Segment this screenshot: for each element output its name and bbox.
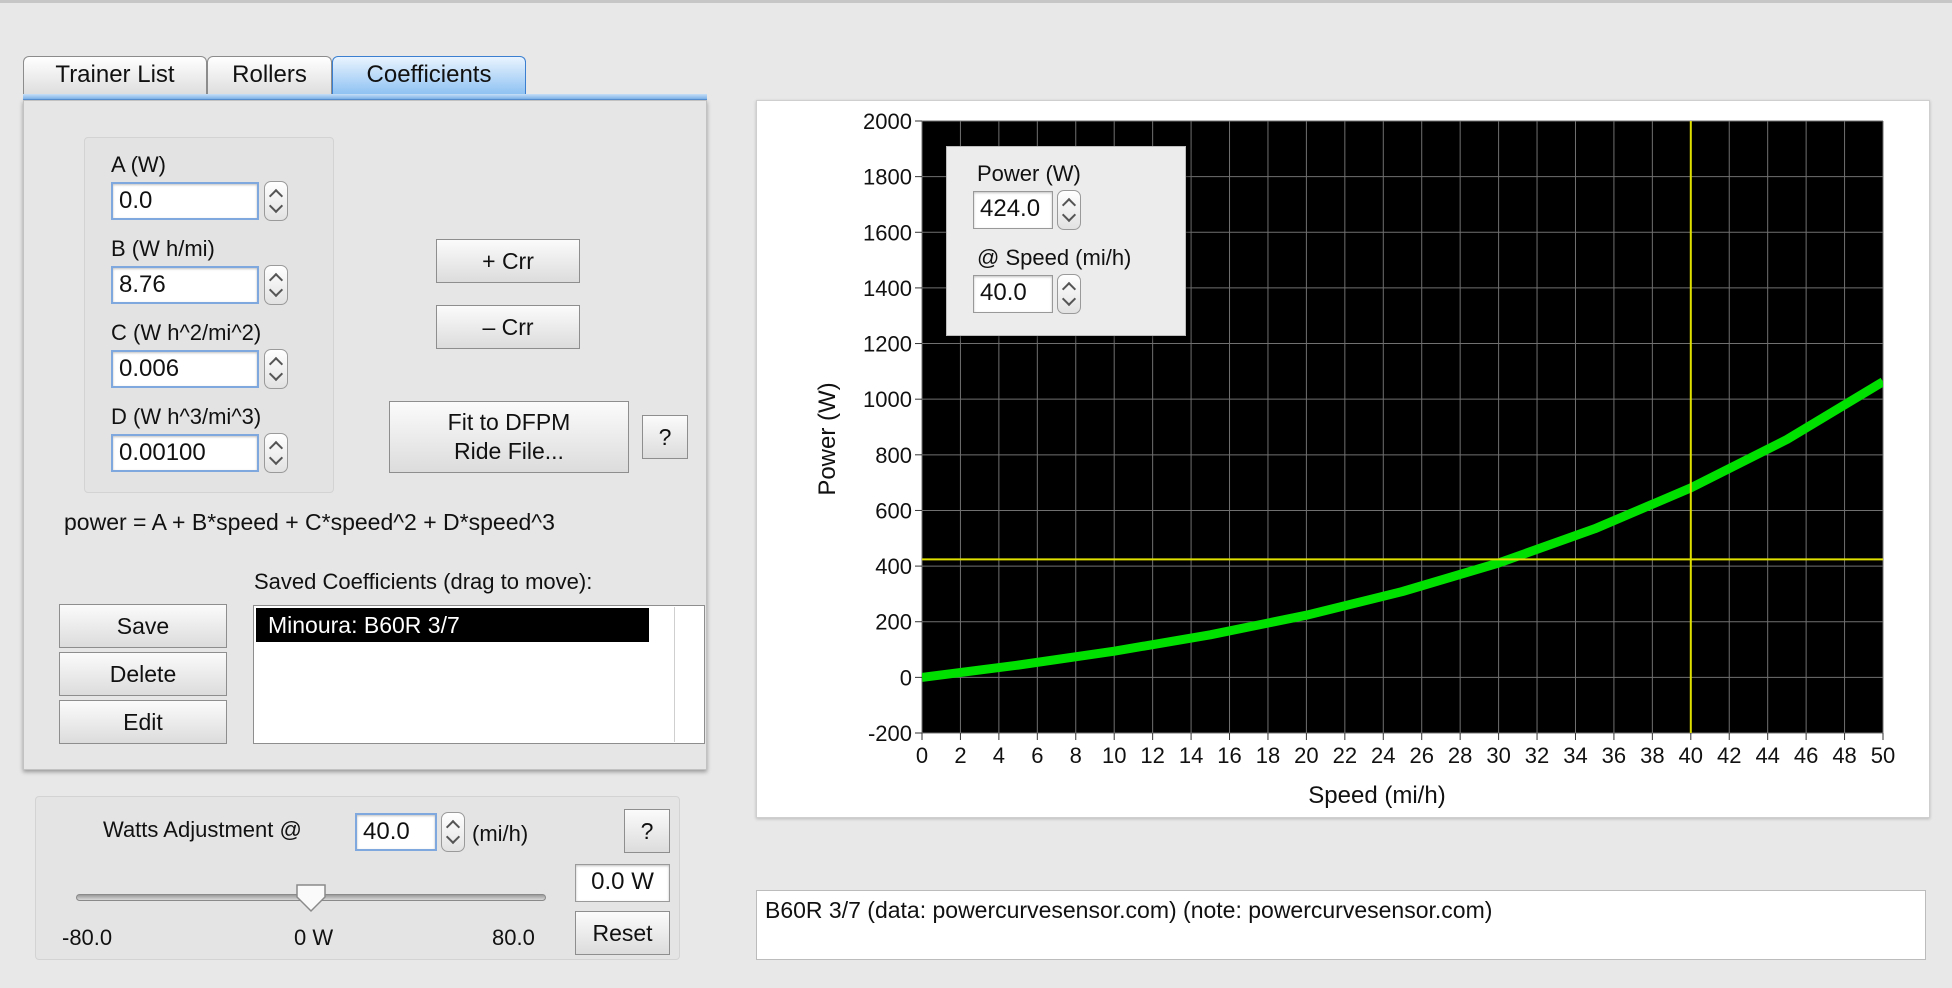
x-tick-label: 22 — [1333, 743, 1357, 768]
x-tick-label: 16 — [1217, 743, 1241, 768]
delete-button[interactable]: Delete — [59, 652, 227, 696]
c-spinner[interactable] — [264, 349, 288, 389]
watts-adjustment-panel: Watts Adjustment @ 40.0 (mi/h) ? -80.0 0… — [35, 796, 680, 960]
save-button[interactable]: Save — [59, 604, 227, 648]
watts-speed-field[interactable]: 40.0 — [355, 813, 437, 851]
saved-coefficients-list[interactable]: Minoura: B60R 3/7 — [253, 605, 705, 744]
x-tick-label: 10 — [1102, 743, 1126, 768]
slider-min-label: -80.0 — [62, 925, 113, 950]
slider-max-label: 80.0 — [492, 925, 535, 950]
d-field[interactable]: 0.00100 — [111, 434, 259, 472]
power-formula: power = A + B*speed + C*speed^2 + D*spee… — [64, 509, 555, 535]
x-tick-label: 20 — [1294, 743, 1318, 768]
tab-coefficients[interactable]: Coefficients — [332, 56, 526, 94]
chart-frame: 0 2 4 6 8 10 12 14 16 18 20 22 24 26 28 30 32 34 36 38 40 42 4… — [756, 100, 1930, 818]
c-field[interactable]: 0.006 — [111, 350, 259, 388]
tab-trainer-list[interactable]: Trainer List — [23, 56, 207, 94]
list-item[interactable]: Minoura: B60R 3/7 — [256, 608, 649, 642]
y-tick-label: 0 — [900, 665, 912, 690]
x-tick-label: 42 — [1717, 743, 1741, 768]
tab-rollers[interactable]: Rollers — [207, 56, 332, 94]
x-tick-label: 14 — [1179, 743, 1203, 768]
x-tick-label: 12 — [1140, 743, 1164, 768]
cursor-power-label: Power (W) — [977, 161, 1081, 186]
b-spinner[interactable] — [264, 265, 288, 305]
edit-button[interactable]: Edit — [59, 700, 227, 744]
x-tick-label: 18 — [1256, 743, 1280, 768]
y-axis-title: Power (W) — [814, 382, 841, 495]
coefficient-fields-group: A (W) 0.0 B (W h/mi) 8.76 C (W h^2/mi^2)… — [84, 137, 334, 493]
y-tick-label: 1800 — [863, 165, 912, 190]
x-tick-label: 50 — [1871, 743, 1895, 768]
cursor-readout-box: Power (W) 424.0 @ Speed (mi/h) 40.0 — [946, 146, 1186, 336]
y-tick-label: 600 — [875, 498, 912, 523]
x-tick-label: 24 — [1371, 743, 1395, 768]
trainer-note-field[interactable]: B60R 3/7 (data: powercurvesensor.com) (n… — [756, 890, 1926, 960]
cursor-speed-label: @ Speed (mi/h) — [977, 245, 1132, 270]
watts-help-button[interactable]: ? — [624, 809, 670, 853]
reset-button[interactable]: Reset — [575, 911, 670, 955]
a-field[interactable]: 0.0 — [111, 182, 259, 220]
watts-adjustment-label: Watts Adjustment @ — [103, 817, 302, 842]
x-tick-label: 40 — [1679, 743, 1703, 768]
watts-speed-spinner[interactable] — [441, 812, 465, 852]
y-tick-label: 1200 — [863, 332, 912, 357]
y-tick-label: -200 — [868, 721, 912, 746]
b-label: B (W h/mi) — [111, 236, 215, 261]
x-tick-label: 4 — [993, 743, 1005, 768]
a-spinner[interactable] — [264, 181, 288, 221]
cursor-speed-field[interactable]: 40.0 — [973, 275, 1053, 313]
watts-slider-thumb[interactable] — [295, 883, 327, 913]
x-tick-label: 30 — [1486, 743, 1510, 768]
d-label: D (W h^3/mi^3) — [111, 404, 262, 429]
y-tick-label: 800 — [875, 443, 912, 468]
cursor-power-spinner[interactable] — [1057, 190, 1081, 230]
x-tick-label: 28 — [1448, 743, 1472, 768]
list-scrollbar-track[interactable] — [674, 607, 675, 742]
x-tick-label: 48 — [1832, 743, 1856, 768]
y-tick-label: 200 — [875, 610, 912, 635]
x-tick-label: 32 — [1525, 743, 1549, 768]
cursor-speed-spinner[interactable] — [1057, 274, 1081, 314]
y-tick-label: 2000 — [863, 109, 912, 134]
y-tick-label: 1000 — [863, 387, 912, 412]
power-speed-chart[interactable]: 0 2 4 6 8 10 12 14 16 18 20 22 24 26 28 30 32 34 36 38 40 42 4… — [757, 101, 1931, 819]
x-tick-label: 38 — [1640, 743, 1664, 768]
plus-crr-button[interactable]: + Crr — [436, 239, 580, 283]
x-tick-label: 0 — [916, 743, 928, 768]
a-label: A (W) — [111, 152, 166, 177]
window-top-border — [0, 0, 1952, 3]
y-tick-label: 1600 — [863, 220, 912, 245]
saved-coefficients-title: Saved Coefficients (drag to move): — [254, 569, 593, 594]
c-label: C (W h^2/mi^2) — [111, 320, 262, 345]
fit-dfpm-button[interactable]: Fit to DFPM Ride File... — [389, 401, 629, 473]
x-axis-title: Speed (mi/h) — [1308, 782, 1445, 809]
x-tick-label: 26 — [1409, 743, 1433, 768]
slider-mid-label: 0 W — [294, 925, 334, 950]
x-tick-label: 6 — [1031, 743, 1043, 768]
y-tick-label: 400 — [875, 554, 912, 579]
minus-crr-button[interactable]: – Crr — [436, 305, 580, 349]
b-field[interactable]: 8.76 — [111, 266, 259, 304]
x-tick-label: 34 — [1563, 743, 1587, 768]
coefficients-panel: A (W) 0.0 B (W h/mi) 8.76 C (W h^2/mi^2)… — [23, 100, 707, 770]
watts-readout: 0.0 W — [575, 864, 670, 902]
d-spinner[interactable] — [264, 433, 288, 473]
x-tick-label: 44 — [1755, 743, 1779, 768]
x-tick-label: 8 — [1070, 743, 1082, 768]
x-tick-label: 2 — [954, 743, 966, 768]
x-tick-label: 36 — [1602, 743, 1626, 768]
y-tick-label: 1400 — [863, 276, 912, 301]
fit-help-button[interactable]: ? — [642, 415, 688, 459]
cursor-power-field[interactable]: 424.0 — [973, 191, 1053, 229]
x-tick-label: 46 — [1794, 743, 1818, 768]
watts-speed-unit: (mi/h) — [472, 821, 529, 846]
